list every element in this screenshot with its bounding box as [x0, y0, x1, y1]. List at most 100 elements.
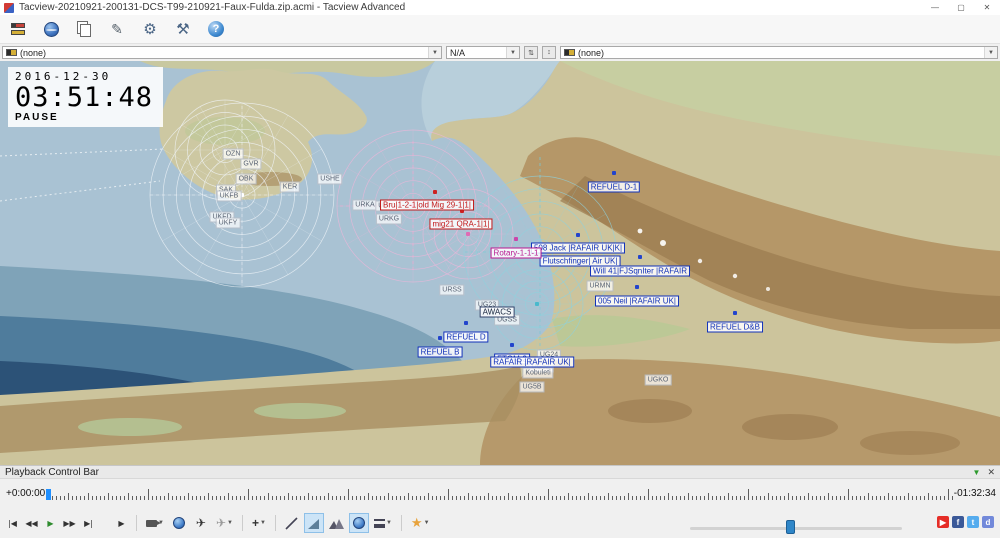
map-label-blue[interactable]: Will 41|FJSqnIter |RAFAIR — [590, 266, 690, 277]
coalition-flag-icon — [564, 49, 575, 56]
facebook-icon[interactable]: f — [952, 516, 964, 528]
layers-list-button[interactable]: ▼ — [371, 513, 395, 533]
object-marker[interactable] — [433, 190, 437, 194]
primary-object-value: (none) — [20, 48, 46, 58]
map-label-airport[interactable]: UGKO — [645, 375, 672, 386]
external-view-button[interactable]: ✈ ▼ — [213, 513, 236, 533]
slope-icon — [307, 517, 320, 530]
object-marker[interactable] — [438, 336, 442, 340]
play-button[interactable]: ▶ — [42, 515, 59, 532]
map-label-blue[interactable]: REFUEL D — [443, 332, 488, 343]
cockpit-view-button[interactable]: ✈ — [191, 513, 211, 533]
maximize-button[interactable]: ▢ — [948, 0, 974, 15]
online-button[interactable] — [38, 17, 64, 42]
primary-object-select[interactable]: (none) ▼ — [2, 46, 442, 59]
aircraft-icon: ✈ — [196, 517, 206, 529]
camera-distance-handle[interactable] — [786, 520, 795, 534]
map-label-blue[interactable]: RAFAIR |RAFAIR UK| — [490, 357, 574, 368]
map-label-airport[interactable]: URSS — [439, 285, 464, 296]
map-label-airport[interactable]: URKG — [376, 214, 402, 225]
globe-icon — [173, 517, 185, 529]
map-label-airport[interactable]: UKFY — [216, 218, 241, 229]
object-marker[interactable] — [535, 302, 539, 306]
camera-icon — [146, 520, 157, 527]
map-label-blue[interactable]: REFUEL D-1 — [588, 182, 640, 193]
map-label-airport[interactable]: GVR — [240, 159, 261, 170]
chevron-down-icon: ▼ — [386, 520, 392, 526]
timeline-cursor[interactable] — [46, 489, 51, 500]
realtime-play-button[interactable]: ▶ — [113, 515, 130, 532]
coalition-flag-icon — [6, 49, 17, 56]
telemetry-select[interactable]: N/A ▼ — [446, 46, 520, 59]
coalition-flags-button[interactable] — [5, 17, 31, 42]
close-button[interactable]: ✕ — [974, 0, 1000, 15]
object-marker[interactable] — [635, 285, 639, 289]
satellite-texture-button[interactable] — [349, 513, 369, 533]
object-marker[interactable] — [733, 311, 737, 315]
cycle-selection-button[interactable]: ↕ — [542, 46, 556, 59]
globe-texture-icon — [353, 517, 365, 529]
flight-log-button[interactable] — [71, 17, 97, 42]
map-label-blue[interactable]: REFUEL B — [418, 347, 463, 358]
swap-selection-button[interactable]: ⇅ — [524, 46, 538, 59]
object-marker[interactable] — [638, 255, 642, 259]
map-label-airport[interactable]: Kobuleti — [522, 368, 553, 379]
chevron-down-icon: ▼ — [227, 520, 233, 526]
tools-button[interactable]: ⚒ — [170, 17, 196, 42]
bookmark-button[interactable]: ★ ▼ — [408, 513, 433, 533]
altitude-profile-button[interactable] — [304, 513, 324, 533]
star-icon: ★ — [411, 515, 423, 531]
fast-forward-button[interactable]: ▶▶ — [61, 515, 78, 532]
map-label-airport[interactable]: UKFB — [217, 191, 242, 202]
separator — [275, 515, 276, 531]
free-camera-button[interactable] — [169, 513, 189, 533]
terrain-elevation-button[interactable] — [326, 513, 347, 533]
map-label-airport[interactable]: KER — [280, 182, 300, 193]
camera-distance-track[interactable] — [690, 527, 902, 530]
map-label-airport[interactable]: OBK — [236, 174, 257, 185]
discord-icon[interactable]: d — [982, 516, 994, 528]
edit-button[interactable]: ✎ — [104, 17, 130, 42]
list-icon — [374, 519, 385, 528]
trail-lines-button[interactable] — [282, 513, 302, 533]
map-label-red[interactable]: mig21 QRA-1|1| — [429, 219, 492, 230]
camera-mode-button[interactable]: ▼ — [143, 513, 167, 533]
chevron-down-icon: ▼ — [506, 47, 519, 58]
minimize-button[interactable]: — — [922, 0, 948, 15]
map-label-red[interactable]: Bru|1-2-1|old Mig 29-1|1| — [380, 200, 474, 211]
timeline-ruler[interactable] — [48, 487, 953, 501]
object-marker[interactable] — [464, 321, 468, 325]
help-button[interactable]: ? — [203, 17, 229, 42]
map-label-airport[interactable]: USHE — [317, 174, 342, 185]
object-marker[interactable] — [576, 233, 580, 237]
map-label-blue[interactable]: 508 Jack |RAFAIR UK|K| — [531, 243, 625, 254]
map-label-airport[interactable]: URKA — [352, 200, 377, 211]
chevron-down-icon: ▼ — [424, 520, 430, 526]
skip-to-end-button[interactable]: ▶| — [80, 515, 97, 532]
object-marker[interactable] — [612, 171, 616, 175]
map-label-pink[interactable]: Rotary-1-1-1 — [491, 248, 542, 259]
secondary-object-select[interactable]: (none) ▼ — [560, 46, 998, 59]
app-icon — [4, 3, 14, 13]
map-label-airport[interactable]: URMN — [587, 281, 614, 292]
object-marker[interactable] — [466, 232, 470, 236]
playback-bar-title: Playback Control Bar — [5, 467, 99, 478]
map-label-airport[interactable]: UG5B — [519, 382, 544, 393]
gear-icon: ⚙ — [143, 22, 156, 37]
object-marker[interactable] — [514, 237, 518, 241]
telemetry-value: N/A — [450, 48, 465, 58]
fast-rewind-button[interactable]: ◀◀ — [23, 515, 40, 532]
map-label-awacs[interactable]: AWACS — [480, 307, 515, 318]
skip-to-start-button[interactable]: |◀ — [4, 515, 21, 532]
dock-panel-icon[interactable]: ▼ — [973, 468, 981, 477]
youtube-icon[interactable]: ▶ — [937, 516, 949, 528]
map-label-blue[interactable]: REFUEL D&B — [707, 322, 763, 333]
measure-tool-button[interactable]: + ▼ — [249, 513, 269, 533]
main-toolbar: ✎ ⚙ ⚒ ? — [0, 15, 1000, 44]
map-viewport[interactable]: OZNGVROBKSAKUKFBKERUSHEUKFDUKFYURKAURKWU… — [0, 61, 1000, 465]
settings-button[interactable]: ⚙ — [137, 17, 163, 42]
object-marker[interactable] — [510, 343, 514, 347]
close-panel-icon[interactable]: ✕ — [987, 467, 995, 478]
map-label-blue[interactable]: 005 Neil |RAFAIR UK| — [595, 296, 679, 307]
twitter-icon[interactable]: t — [967, 516, 979, 528]
